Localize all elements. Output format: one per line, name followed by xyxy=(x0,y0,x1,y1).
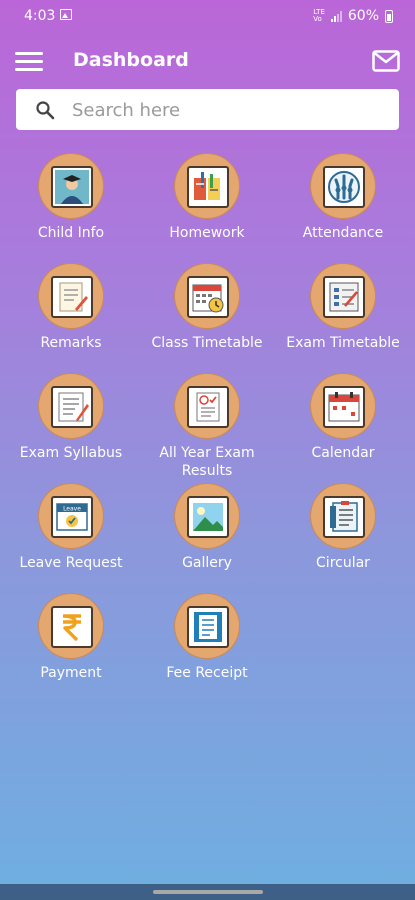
search-input[interactable] xyxy=(72,95,382,125)
status-bar: 4:03 LTE Vo 60% xyxy=(0,0,415,34)
tile-fee-receipt[interactable]: Fee Receipt xyxy=(139,593,275,703)
tile-circular[interactable]: Circular xyxy=(275,483,411,593)
search-icon xyxy=(36,101,55,120)
home-gesture-handle[interactable] xyxy=(153,890,263,894)
tile-homework[interactable]: Homework xyxy=(139,153,275,263)
tile-gallery[interactable]: Gallery xyxy=(139,483,275,593)
page-title: Dashboard xyxy=(73,49,189,71)
battery-percentage: 60% xyxy=(347,8,379,24)
exam-results-icon xyxy=(187,386,229,428)
fee-receipt-icon xyxy=(187,606,229,648)
status-time: 4:03 xyxy=(24,8,56,24)
tile-payment[interactable]: Payment xyxy=(3,593,139,703)
tile-exam-syllabus[interactable]: Exam Syllabus xyxy=(3,373,139,483)
tile-icon-bg xyxy=(174,153,240,219)
tile-icon-bg xyxy=(310,373,376,439)
tile-label: Class Timetable xyxy=(151,335,263,351)
tile-icon-bg xyxy=(310,483,376,549)
child-info-icon xyxy=(51,166,93,208)
tile-icon-bg xyxy=(174,263,240,329)
tile-icon-bg xyxy=(38,263,104,329)
calendar-icon xyxy=(323,386,365,428)
tile-class-timetable[interactable]: Class Timetable xyxy=(139,263,275,373)
remarks-icon xyxy=(51,276,93,318)
tile-label: Leave Request xyxy=(19,555,123,571)
signal-icon xyxy=(330,10,342,22)
leave-request-icon: Leave xyxy=(51,496,93,538)
search-bar[interactable] xyxy=(16,89,399,130)
network-type-icon: LTE Vo xyxy=(313,9,325,23)
tile-label: Attendance xyxy=(302,225,384,241)
tile-attendance[interactable]: Attendance xyxy=(275,153,411,263)
tile-icon-bg xyxy=(38,593,104,659)
homework-icon xyxy=(187,166,229,208)
payment-icon xyxy=(51,606,93,648)
tile-icon-bg xyxy=(174,483,240,549)
exam-syllabus-icon xyxy=(51,386,93,428)
tile-icon-bg xyxy=(38,153,104,219)
tile-child-info[interactable]: Child Info xyxy=(3,153,139,263)
tile-label: Remarks xyxy=(40,335,102,351)
tile-leave-request[interactable]: Leave Leave Request xyxy=(3,483,139,593)
menu-icon[interactable] xyxy=(15,52,43,72)
gallery-icon xyxy=(187,496,229,538)
tile-icon-bg xyxy=(310,263,376,329)
tile-label: Child Info xyxy=(37,225,105,241)
class-timetable-icon xyxy=(187,276,229,318)
battery-icon xyxy=(385,9,393,23)
tile-calendar[interactable]: Calendar xyxy=(275,373,411,483)
tile-icon-bg xyxy=(174,373,240,439)
tile-icon-bg xyxy=(174,593,240,659)
tile-label: Exam Syllabus xyxy=(19,445,123,461)
tile-icon-bg xyxy=(38,373,104,439)
tile-icon-bg: Leave xyxy=(38,483,104,549)
circular-icon xyxy=(323,496,365,538)
gallery-notification-icon xyxy=(60,9,72,20)
tile-label: All Year Exam Results xyxy=(159,445,255,479)
mail-icon[interactable] xyxy=(372,50,400,72)
tile-all-year-exam-results[interactable]: All Year Exam Results xyxy=(139,373,275,483)
status-indicators: LTE Vo 60% xyxy=(313,8,393,24)
volte-label: Vo xyxy=(313,15,322,23)
tile-label: Circular xyxy=(316,555,370,571)
tile-label: Exam Timetable xyxy=(286,335,400,351)
leave-icon-text: Leave xyxy=(63,506,81,513)
tile-label: Calendar xyxy=(311,445,375,461)
tile-exam-timetable[interactable]: Exam Timetable xyxy=(275,263,411,373)
tile-label: Payment xyxy=(40,665,102,681)
tile-remarks[interactable]: Remarks xyxy=(3,263,139,373)
tile-label: Homework xyxy=(169,225,245,241)
tile-label: Fee Receipt xyxy=(166,665,248,681)
tile-label: Gallery xyxy=(182,555,232,571)
attendance-icon xyxy=(323,166,365,208)
exam-timetable-icon xyxy=(323,276,365,318)
tile-icon-bg xyxy=(310,153,376,219)
